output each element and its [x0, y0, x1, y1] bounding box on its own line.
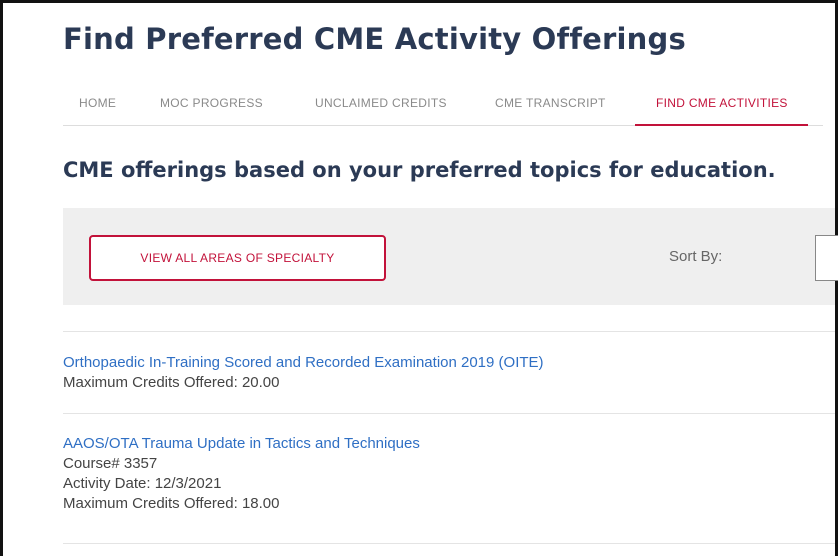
activity-course-number: Course# 3357 [63, 455, 158, 472]
sort-select[interactable] [815, 235, 838, 281]
list-item: Orthopaedic In-Training Scored and Recor… [63, 353, 823, 393]
main-nav: HOME MOC PROGRESS UNCLAIMED CREDITS CME … [63, 84, 823, 126]
activity-title-link[interactable]: AAOS/OTA Trauma Update in Tactics and Te… [63, 434, 823, 454]
active-tab-indicator [635, 124, 808, 126]
section-subtitle: CME offerings based on your preferred to… [63, 158, 776, 182]
tab-unclaimed-credits[interactable]: UNCLAIMED CREDITS [315, 96, 447, 110]
tab-home[interactable]: HOME [79, 96, 116, 110]
list-divider [63, 413, 835, 414]
activity-title-link[interactable]: Orthopaedic In-Training Scored and Recor… [63, 353, 823, 373]
view-all-specialty-button[interactable]: VIEW ALL AREAS OF SPECIALTY [89, 235, 386, 281]
tab-find-cme-activities[interactable]: FIND CME ACTIVITIES [656, 96, 788, 110]
list-divider [63, 331, 835, 332]
list-divider [63, 543, 835, 544]
page-title: Find Preferred CME Activity Offerings [63, 22, 686, 56]
tab-cme-transcript[interactable]: CME TRANSCRIPT [495, 96, 606, 110]
tab-moc-progress[interactable]: MOC PROGRESS [160, 96, 263, 110]
activity-credits: Maximum Credits Offered: 20.00 [63, 374, 280, 391]
filter-toolbar: VIEW ALL AREAS OF SPECIALTY Sort By: [63, 208, 838, 305]
activity-credits: Maximum Credits Offered: 18.00 [63, 495, 280, 512]
sort-by-label: Sort By: [669, 248, 723, 265]
list-item: AAOS/OTA Trauma Update in Tactics and Te… [63, 434, 823, 514]
activity-date: Activity Date: 12/3/2021 [63, 475, 222, 492]
